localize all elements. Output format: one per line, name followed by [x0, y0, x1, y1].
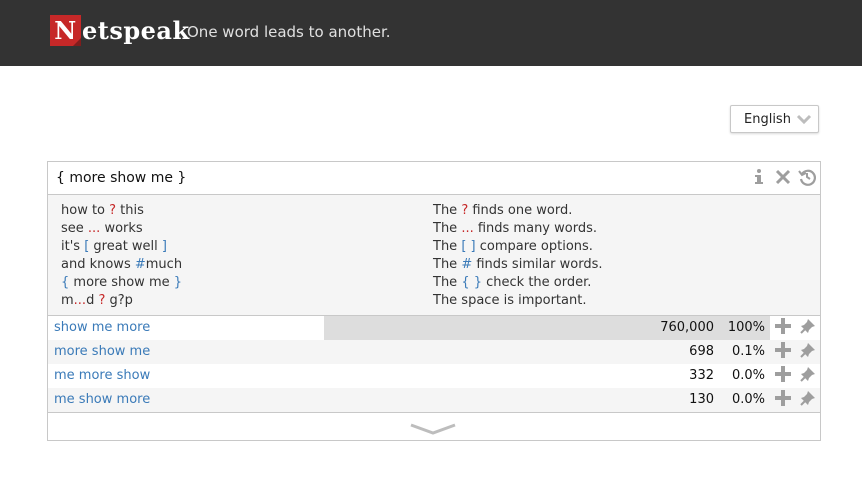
example-row[interactable]: and knows #much: [61, 256, 182, 274]
example-row[interactable]: see ... works: [61, 220, 182, 238]
plus-icon[interactable]: [774, 342, 791, 362]
result-percent: 100%: [727, 320, 765, 335]
load-more[interactable]: [48, 412, 820, 441]
result-count: 332: [689, 368, 714, 383]
example-row[interactable]: m...d ? g?p: [61, 292, 182, 310]
top-bar: Netspeak One word leads to another.: [0, 0, 862, 66]
explanation-row: The space is important.: [433, 293, 587, 308]
result-row[interactable]: me show more 130 0.0%: [48, 388, 820, 412]
clear-icon[interactable]: [774, 168, 792, 186]
result-count: 760,000: [660, 320, 714, 335]
example-row[interactable]: it's [ great well ]: [61, 238, 182, 256]
search-panel: { more show me } how to ? this see ... w…: [47, 161, 821, 441]
example-row[interactable]: how to ? this: [61, 202, 182, 220]
pin-icon[interactable]: [799, 366, 816, 386]
result-row[interactable]: me more show 332 0.0%: [48, 364, 820, 388]
result-phrase[interactable]: more show me: [54, 344, 150, 359]
logo-text: etspeak: [82, 16, 190, 45]
examples-column: how to ? this see ... works it's [ great…: [61, 202, 182, 310]
chevron-down-icon[interactable]: [410, 420, 456, 439]
result-row[interactable]: more show me 698 0.1%: [48, 340, 820, 364]
explanation-row: The [ ] compare options.: [433, 239, 593, 254]
result-percent: 0.1%: [731, 344, 765, 359]
netspeak-logo[interactable]: Netspeak: [50, 15, 190, 46]
results-list: show me more 760,000 100% more show me 6…: [48, 316, 820, 412]
result-phrase[interactable]: me show more: [54, 392, 150, 407]
result-count: 130: [689, 392, 714, 407]
plus-icon[interactable]: [774, 366, 791, 386]
pin-icon[interactable]: [799, 318, 816, 338]
language-select[interactable]: English: [730, 105, 819, 133]
explanation-row: The { } check the order.: [433, 275, 592, 290]
result-row[interactable]: show me more 760,000 100%: [48, 316, 820, 340]
query-bar: { more show me }: [48, 162, 820, 195]
explanation-row: The ? finds one word.: [433, 203, 573, 218]
query-input[interactable]: { more show me }: [56, 170, 186, 186]
result-count: 698: [689, 344, 714, 359]
history-icon[interactable]: [798, 168, 816, 186]
result-phrase[interactable]: show me more: [54, 320, 150, 335]
pin-icon[interactable]: [799, 390, 816, 410]
plus-icon[interactable]: [774, 390, 791, 410]
explanation-row: The ... finds many words.: [433, 221, 597, 236]
slogan: One word leads to another.: [187, 23, 391, 41]
language-select-value: English: [744, 111, 791, 127]
explanation-row: The # finds similar words.: [433, 257, 603, 272]
result-percent: 0.0%: [731, 392, 765, 407]
result-phrase[interactable]: me more show: [54, 368, 150, 383]
result-percent: 0.0%: [731, 368, 765, 383]
explanations-column: The ? finds one word. The ... finds many…: [433, 202, 603, 310]
info-icon[interactable]: [750, 168, 768, 186]
example-row[interactable]: { more show me }: [61, 274, 182, 292]
chevron-down-icon: [796, 113, 812, 129]
plus-icon[interactable]: [774, 318, 791, 338]
help-examples: how to ? this see ... works it's [ great…: [48, 195, 820, 316]
pin-icon[interactable]: [799, 342, 816, 362]
logo-initial: N: [50, 15, 81, 46]
